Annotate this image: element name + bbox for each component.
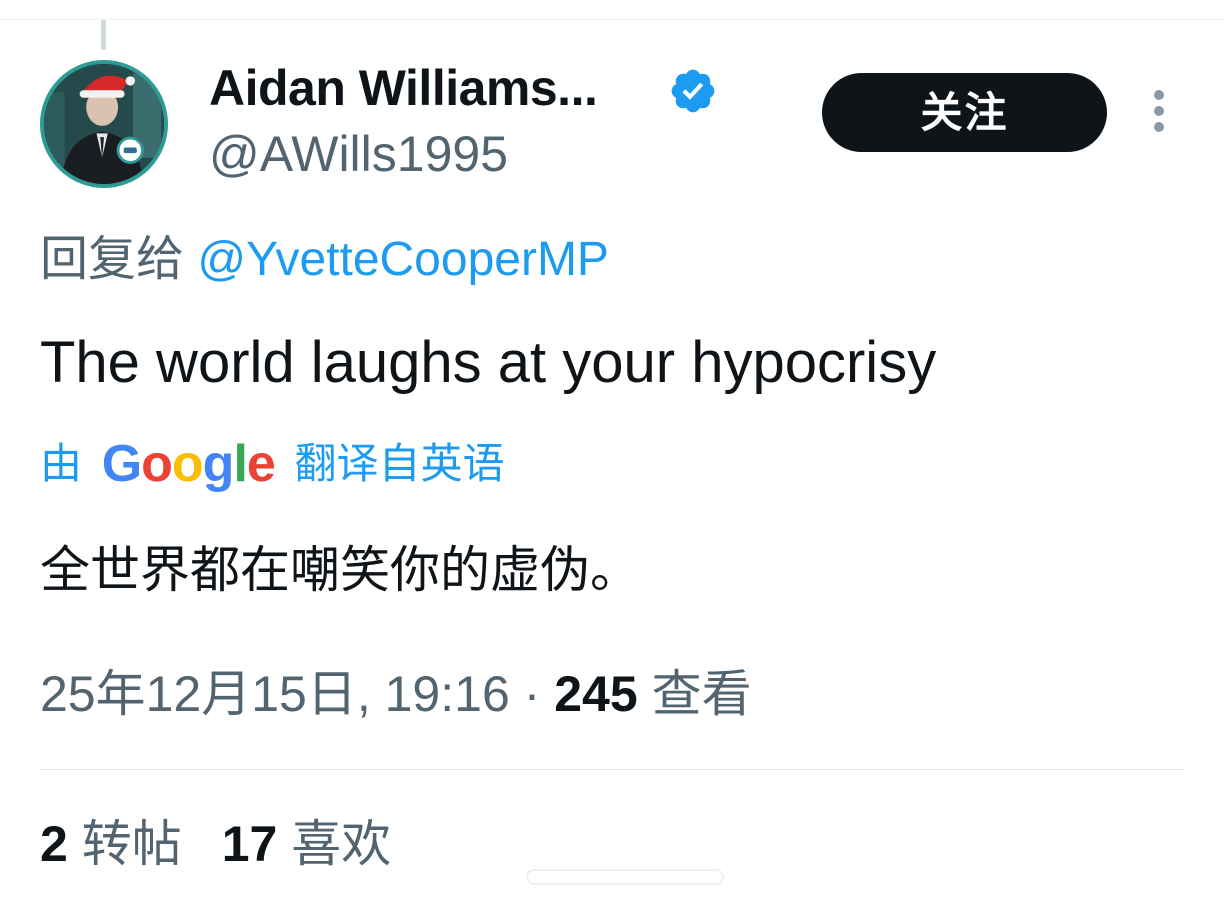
divider <box>40 769 1184 770</box>
google-logo: Google <box>101 435 276 493</box>
tweet-meta: 25年12月15日, 19:16 · 245 查看 <box>40 662 752 726</box>
retweets-count: 2 <box>40 816 68 872</box>
author-handle[interactable]: @AWills1995 <box>209 124 508 184</box>
thread-connector-line <box>101 20 106 50</box>
timestamp[interactable]: 25年12月15日, 19:16 <box>40 666 510 722</box>
likes-count: 17 <box>221 816 278 872</box>
avatar[interactable] <box>40 60 168 188</box>
watermark <box>526 869 724 885</box>
tweet-text: The world laughs at your hypocrisy <box>40 330 937 395</box>
verified-badge-icon <box>671 69 715 113</box>
retweets-stat[interactable]: 2 转帖 <box>40 816 182 872</box>
meta-separator: · <box>523 666 541 722</box>
translated-text: 全世界都在嘲笑你的虚伪。 <box>40 542 640 598</box>
translation-attribution[interactable]: 由 Google 翻译自英语 <box>40 432 505 496</box>
reply-mention-link[interactable]: @YvetteCooperMP <box>197 233 609 286</box>
engagement-stats: 2 转帖 17 喜欢 <box>40 812 391 876</box>
reply-context: 回复给 @YvetteCooperMP <box>40 230 609 290</box>
tweet-detail-view: Aidan Williams... @AWills1995 关注 回复给 @Yv… <box>0 0 1224 909</box>
translation-prefix: 由 <box>40 440 83 487</box>
views-label: 查看 <box>651 666 752 722</box>
views-count: 245 <box>554 666 638 722</box>
reply-prefix: 回复给 <box>40 233 185 286</box>
follow-button[interactable]: 关注 <box>822 73 1107 152</box>
author-display-name[interactable]: Aidan Williams... <box>209 58 598 118</box>
avatar-image <box>44 64 164 184</box>
retweets-label: 转帖 <box>81 816 182 872</box>
translation-suffix: 翻译自英语 <box>294 440 505 487</box>
top-divider <box>0 19 1224 20</box>
likes-stat[interactable]: 17 喜欢 <box>222 816 392 872</box>
likes-label: 喜欢 <box>291 816 392 872</box>
more-vertical-icon[interactable] <box>1148 90 1170 134</box>
